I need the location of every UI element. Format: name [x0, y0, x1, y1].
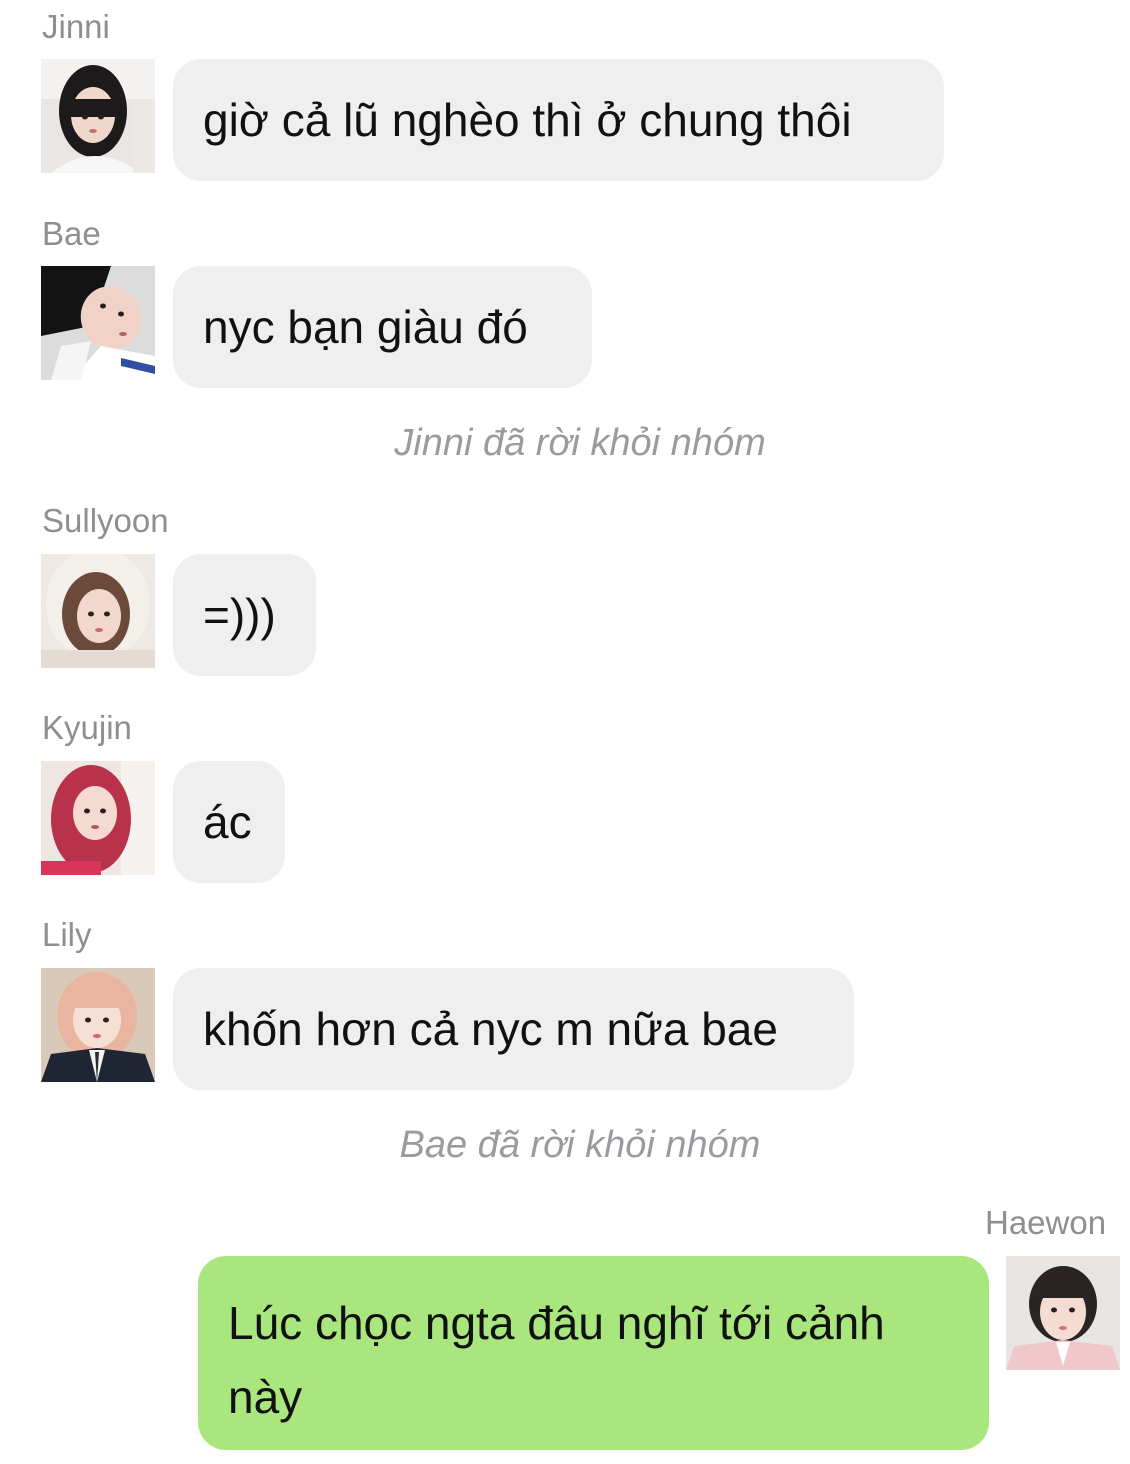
sender-name-lily: Lily [42, 916, 92, 953]
avatar-kyujin-image [41, 761, 155, 875]
message-text-bae: nyc bạn giàu đó [203, 301, 528, 353]
sender-name-sullyoon: Sullyoon [42, 502, 169, 539]
message-bubble-lily[interactable]: khốn hơn cả nyc m nữa bae [173, 968, 854, 1090]
avatar-haewon-image [1006, 1256, 1120, 1370]
sender-name-bae: Bae [42, 215, 101, 252]
message-bubble-sullyoon[interactable]: =))) [173, 554, 316, 676]
sender-name-kyujin: Kyujin [42, 709, 132, 746]
sender-name-jinni: Jinni [42, 8, 110, 45]
avatar-bae[interactable] [41, 266, 155, 380]
avatar-lily[interactable] [41, 968, 155, 1082]
message-text-jinni: giờ cả lũ nghèo thì ở chung thôi [203, 94, 852, 146]
message-text-kyujin: ác [203, 796, 252, 848]
avatar-jinni[interactable] [41, 59, 155, 173]
avatar-bae-image [41, 266, 155, 380]
message-text-sullyoon: =))) [203, 589, 276, 641]
system-note-jinni-left: Jinni đã rời khỏi nhóm [394, 422, 766, 464]
avatar-haewon[interactable] [1006, 1256, 1120, 1370]
message-bubble-haewon[interactable]: Lúc chọc ngta đâu nghĩ tới cảnh này [198, 1256, 989, 1450]
sender-name-haewon: Haewon [985, 1204, 1107, 1241]
avatar-lily-image [41, 968, 155, 1082]
avatar-sullyoon-image [41, 554, 155, 668]
message-text-haewon: Lúc chọc ngta đâu nghĩ tới cảnh này [228, 1297, 885, 1423]
message-bubble-kyujin[interactable]: ác [173, 761, 285, 883]
message-bubble-jinni[interactable]: giờ cả lũ nghèo thì ở chung thôi [173, 59, 944, 181]
message-text-lily: khốn hơn cả nyc m nữa bae [203, 1003, 778, 1055]
avatar-kyujin[interactable] [41, 761, 155, 875]
avatar-jinni-image [41, 59, 155, 173]
message-bubble-bae[interactable]: nyc bạn giàu đó [173, 266, 592, 388]
system-note-bae-left: Bae đã rời khỏi nhóm [399, 1124, 761, 1166]
avatar-sullyoon[interactable] [41, 554, 155, 668]
